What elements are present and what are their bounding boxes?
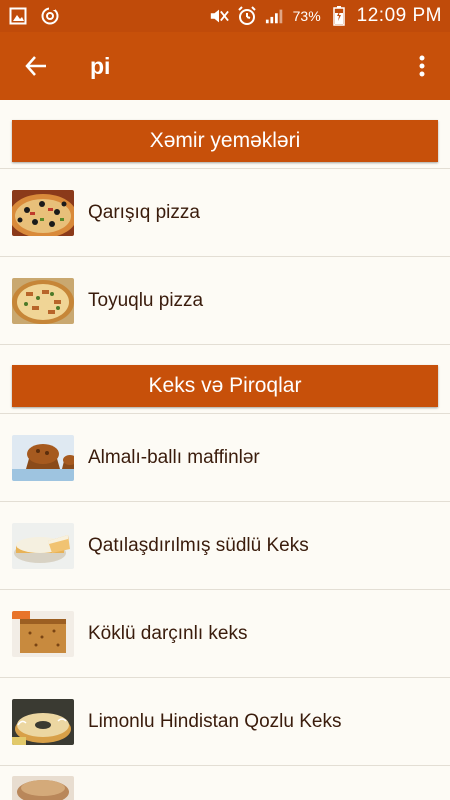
list-item[interactable]: Qarışıq pizza [0, 169, 450, 257]
item-title: Toyuqlu pizza [88, 289, 204, 311]
search-query[interactable]: pi [90, 53, 394, 80]
item-title: Limonlu Hindistan Qozlu Keks [88, 710, 342, 732]
item-title: Almalı-ballı maffinlər [88, 446, 260, 468]
list-item[interactable]: Köklü darçınlı keks [0, 590, 450, 678]
item-title: Qarışıq pizza [88, 201, 200, 223]
item-title: Köklü darçınlı keks [88, 622, 248, 644]
results-list: Xəmir yeməkləri Qarışıq pizza Toyuqlu pi… [0, 100, 450, 800]
list-item[interactable]: Almalı-ballı maffinlər [0, 414, 450, 502]
lemon-coconut-cake-thumbnail [12, 698, 74, 745]
list-item[interactable]: Qatılaşdırılmış südlü Keks [0, 502, 450, 590]
section-cakes-pies: Keks və Piroqlar Almalı-ballı maffinlər [0, 345, 450, 800]
apple-honey-muffins-thumbnail [12, 434, 74, 481]
battery-icon [329, 6, 349, 26]
arrow-back-icon [25, 56, 46, 76]
more-vert-icon [419, 55, 425, 77]
status-bar: 73% 12:09 PM [0, 0, 450, 32]
section-header: Xəmir yeməkləri [12, 120, 438, 162]
section-header: Keks və Piroqlar [12, 365, 438, 407]
list-item[interactable]: Limonlu Hindistan Qozlu Keks [0, 678, 450, 766]
status-time: 12:09 PM [356, 5, 442, 26]
overflow-menu-button[interactable] [394, 32, 450, 100]
gallery-icon [8, 6, 28, 26]
carrot-cinnamon-cake-thumbnail [12, 610, 74, 657]
battery-percent: 73% [292, 8, 321, 24]
sync-icon [40, 6, 60, 26]
app-bar: pi [0, 32, 450, 100]
section-dough-dishes: Xəmir yeməkləri Qarışıq pizza Toyuqlu pi… [0, 100, 450, 345]
back-button[interactable] [0, 32, 72, 100]
item-title: Qatılaşdırılmış südlü Keks [88, 534, 309, 556]
mixed-pizza-thumbnail [12, 189, 74, 236]
list-item[interactable] [0, 766, 450, 800]
signal-icon [265, 6, 285, 26]
list-item[interactable]: Toyuqlu pizza [0, 257, 450, 345]
condensed-milk-cake-thumbnail [12, 522, 74, 569]
alarm-icon [237, 6, 257, 26]
chicken-pizza-thumbnail [12, 277, 74, 324]
mute-icon [209, 6, 229, 26]
partial-item-thumbnail [12, 776, 74, 800]
